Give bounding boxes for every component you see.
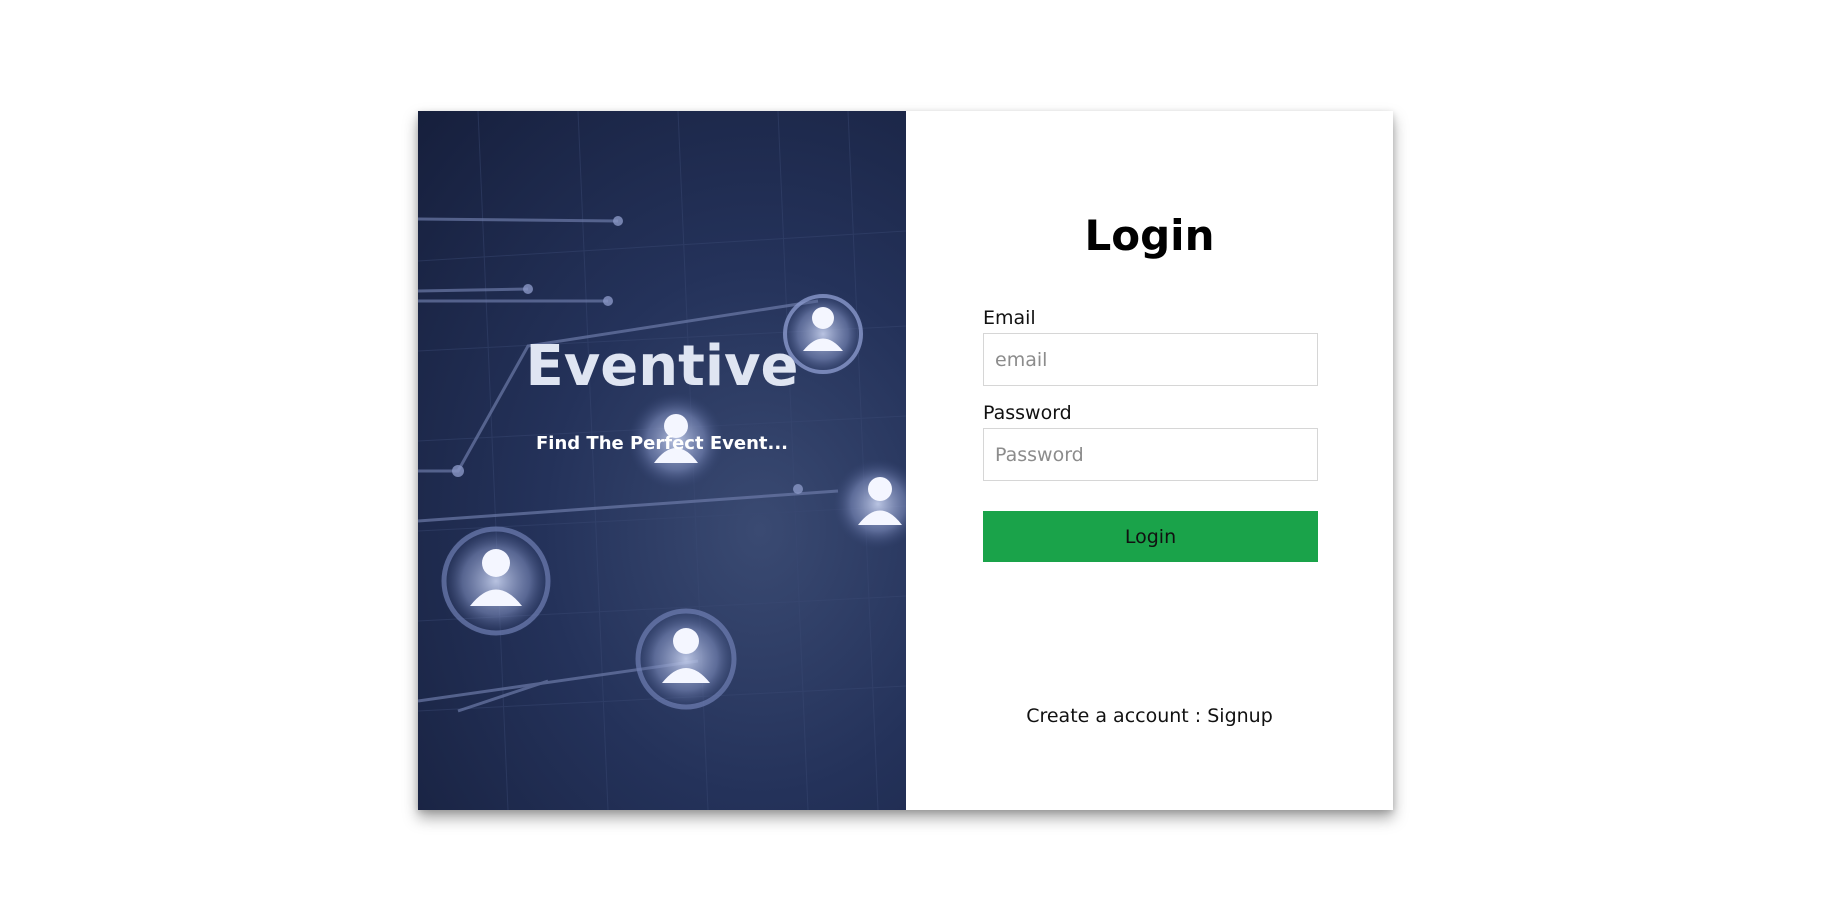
email-input[interactable]	[983, 333, 1318, 386]
login-button[interactable]: Login	[983, 511, 1318, 562]
signup-prompt-text: Create a account :	[1026, 705, 1208, 727]
signup-link[interactable]: Signup	[1207, 705, 1273, 727]
hero-panel: Eventive Find The Perfect Event...	[418, 111, 906, 810]
login-panel: Login Email Password Login Create a acco…	[906, 111, 1393, 810]
network-background-image	[418, 111, 906, 810]
brand-tagline: Find The Perfect Event...	[535, 433, 789, 454]
login-card: Eventive Find The Perfect Event... Login…	[418, 111, 1393, 810]
signup-prompt: Create a account : Signup	[906, 705, 1393, 727]
brand-title: Eventive	[525, 334, 799, 399]
login-heading: Login	[1084, 211, 1215, 260]
password-input[interactable]	[983, 428, 1318, 481]
email-label: Email	[983, 307, 1036, 329]
password-label: Password	[983, 402, 1072, 424]
